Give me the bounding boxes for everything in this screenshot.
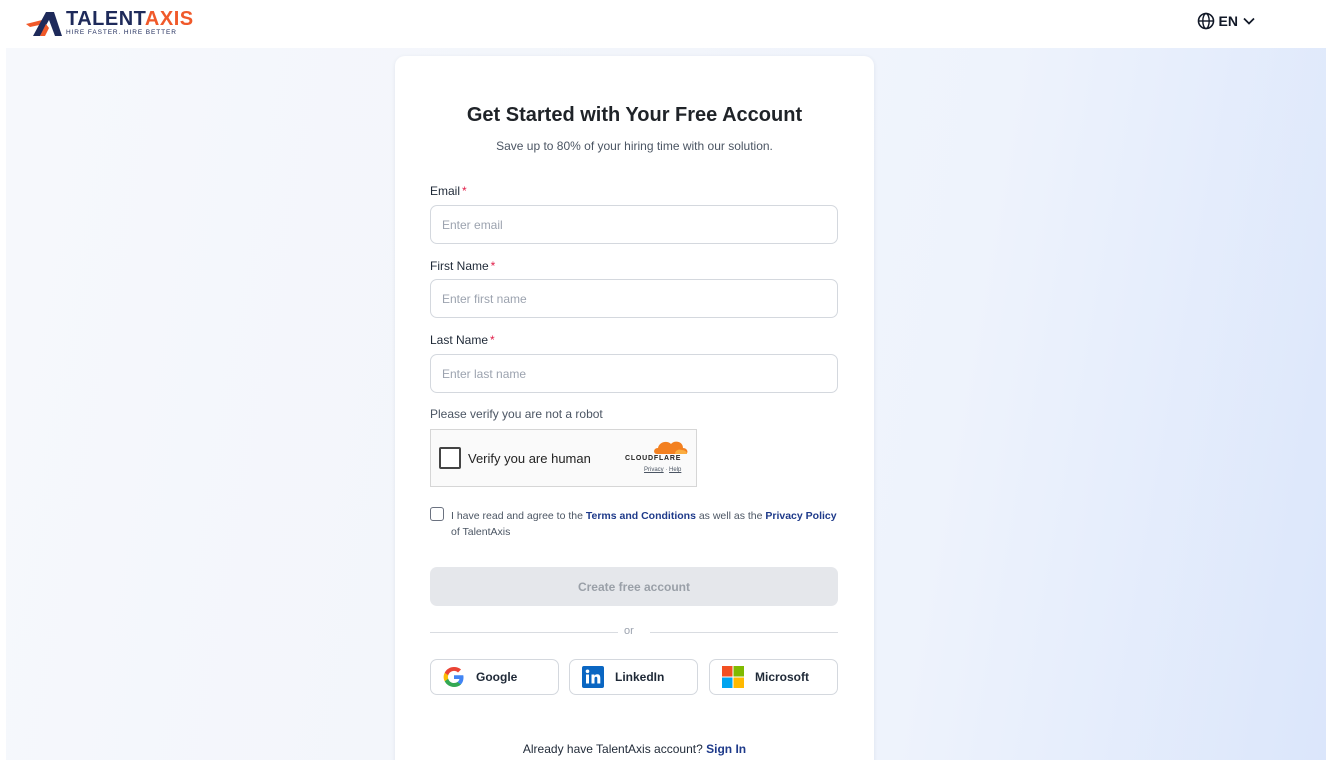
logo-wordmark: TALENTAXIS (66, 8, 194, 31)
talentaxis-logo[interactable]: TALENTAXIS HIRE FASTER. HIRE BETTER (26, 8, 194, 38)
google-label: Google (476, 670, 518, 684)
robot-prompt: Please verify you are not a robot (430, 407, 603, 421)
terms-link[interactable]: Terms and Conditions (586, 510, 696, 522)
top-bar: TALENTAXIS HIRE FASTER. HIRE BETTER EN (0, 0, 1338, 48)
terms-checkbox[interactable] (430, 507, 444, 521)
logo-tagline: HIRE FASTER. HIRE BETTER (66, 29, 177, 37)
divider-line-right (650, 632, 838, 633)
language-label: EN (1218, 13, 1238, 29)
captcha-privacy-link[interactable]: Privacy (644, 467, 664, 473)
email-field[interactable]: Enter email (430, 205, 838, 244)
logo-mark-icon (26, 12, 62, 36)
last-name-field[interactable]: Enter last name (430, 354, 838, 393)
language-selector[interactable]: EN (1197, 12, 1256, 30)
captcha-help-link[interactable]: Help (669, 467, 681, 473)
signin-prompt: Already have TalentAxis account? Sign In (522, 742, 747, 756)
email-placeholder: Enter email (442, 217, 503, 232)
cloudflare-brand: CLOUDFLARE (625, 455, 682, 462)
signin-link[interactable]: Sign In (706, 742, 746, 756)
google-icon (443, 666, 465, 688)
privacy-policy-link[interactable]: Privacy Policy (765, 510, 836, 522)
signup-card: Get Started with Your Free Account Save … (395, 56, 874, 760)
microsoft-icon (722, 666, 744, 688)
create-account-button[interactable]: Create free account (430, 567, 838, 606)
last-name-placeholder: Enter last name (442, 366, 527, 381)
page-title: Get Started with Your Free Account (466, 104, 803, 126)
captcha-checkbox[interactable] (439, 447, 461, 469)
captcha-widget: Verify you are human CLOUDFLARE Privacy … (430, 429, 697, 487)
google-signin-button[interactable]: Google (430, 659, 559, 695)
linkedin-signin-button[interactable]: LinkedIn (569, 659, 698, 695)
last-name-label: Last Name * (430, 333, 495, 347)
captcha-links: Privacy · Help (644, 467, 682, 473)
first-name-label: First Name * (430, 259, 496, 273)
linkedin-icon (582, 666, 604, 688)
globe-icon (1197, 12, 1214, 30)
divider-or: or (624, 625, 634, 637)
first-name-field[interactable]: Enter first name (430, 279, 838, 318)
microsoft-label: Microsoft (755, 670, 809, 684)
first-name-placeholder: Enter first name (442, 291, 527, 306)
cloudflare-cloud-icon (654, 441, 688, 454)
captcha-label: Verify you are human (468, 451, 591, 466)
chevron-down-icon (1243, 17, 1255, 25)
linkedin-label: LinkedIn (615, 670, 665, 684)
microsoft-signin-button[interactable]: Microsoft (709, 659, 838, 695)
email-label: Email * (430, 184, 467, 198)
divider-line-left (430, 632, 618, 633)
terms-agreement-text: I have read and agree to the Terms and C… (451, 510, 837, 538)
page-subtitle: Save up to 80% of your hiring time with … (496, 139, 773, 153)
